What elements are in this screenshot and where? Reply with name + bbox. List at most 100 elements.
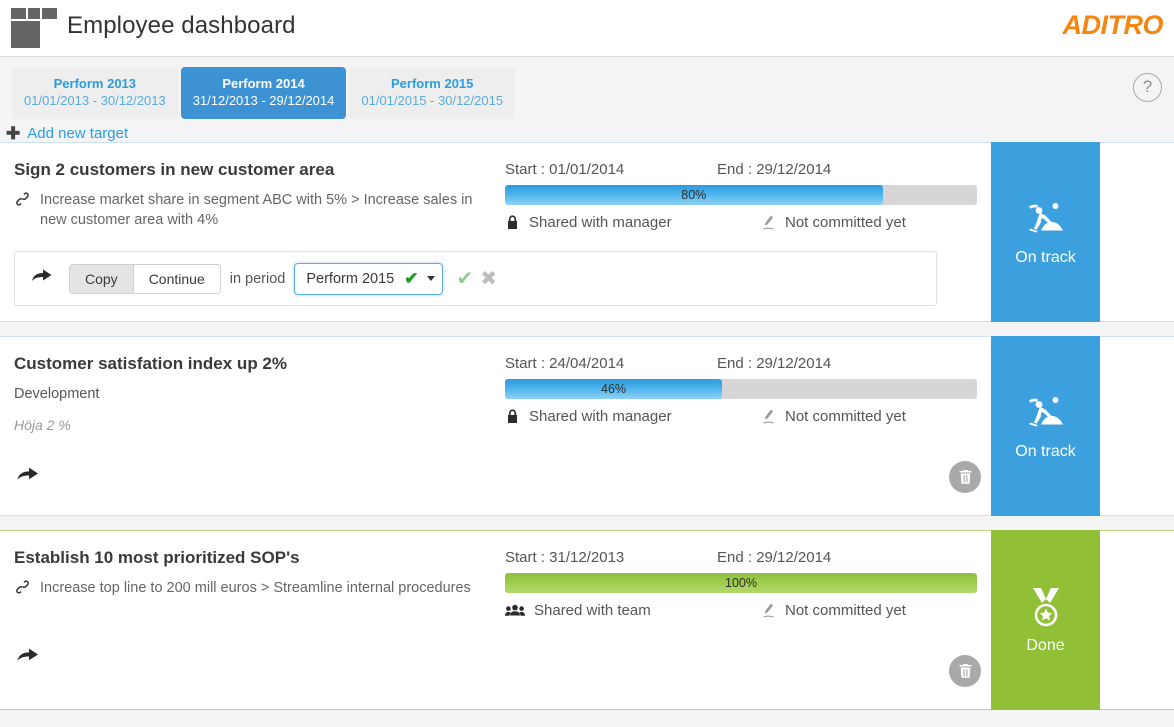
add-new-target-button[interactable]: ✚ Add new target — [6, 125, 128, 142]
card-meta: Shared with manager Not committed yet — [505, 214, 977, 231]
share-status-text: Shared with team — [534, 602, 651, 619]
status-badge: On track — [991, 336, 1100, 516]
card-subtitle: Increase top line to 200 mill euros > St… — [14, 578, 494, 601]
card-note: Höja 2 % — [14, 417, 71, 433]
card-subtitle-text: Increase top line to 200 mill euros > St… — [40, 580, 471, 596]
progress-label: 80% — [681, 188, 707, 202]
target-card: Establish 10 most prioritized SOP's Incr… — [0, 530, 1174, 710]
share-status: Shared with manager — [505, 408, 761, 425]
progress-label: 46% — [601, 382, 627, 396]
card-left-pane: Customer satisfation index up 2% Develop… — [14, 353, 494, 436]
confirm-button[interactable]: ✔ — [456, 266, 473, 291]
card-dates: Start : 01/01/2014 End : 29/12/2014 — [505, 161, 977, 178]
add-new-target-label: Add new target — [27, 125, 129, 142]
card-right-pane: Start : 31/12/2013 End : 29/12/2014 100%… — [505, 549, 977, 619]
tab-date-range: 01/01/2013 - 30/12/2013 — [24, 93, 166, 108]
plus-icon: ✚ — [6, 124, 21, 143]
chevron-down-icon — [427, 276, 436, 281]
share-status: Shared with team — [505, 602, 761, 619]
lock-icon — [505, 214, 520, 231]
chain-link-icon — [14, 578, 40, 601]
commit-status-text: Not committed yet — [785, 214, 906, 231]
continue-button[interactable]: Continue — [133, 264, 220, 293]
signature-pen-icon — [761, 408, 776, 425]
help-icon[interactable]: ? — [1133, 73, 1162, 102]
card-subtitle-text: Development — [14, 386, 100, 402]
card-right-pane: Start : 01/01/2014 End : 29/12/2014 80% … — [505, 161, 977, 231]
commit-status-text: Not committed yet — [785, 408, 906, 425]
status-badge: On track — [991, 142, 1100, 322]
status-badge-label: On track — [1015, 249, 1076, 266]
logo-icon — [11, 8, 57, 48]
share-arrow-icon[interactable] — [16, 646, 40, 670]
period-tab-strip: Perform 2013 01/01/2013 - 30/12/2013 Per… — [0, 57, 1174, 142]
app-header: Employee dashboard ADITRO — [0, 0, 1174, 57]
card-title: Establish 10 most prioritized SOP's — [14, 548, 300, 567]
progress-label: 100% — [725, 576, 757, 590]
card-right-pane: Start : 24/04/2014 End : 29/12/2014 46% … — [505, 355, 977, 425]
cancel-button[interactable]: ✖ — [480, 266, 497, 291]
card-dates: Start : 24/04/2014 End : 29/12/2014 — [505, 355, 977, 372]
commit-status: Not committed yet — [761, 408, 906, 425]
lock-icon — [505, 408, 520, 425]
copy-button[interactable]: Copy — [70, 264, 134, 293]
team-icon — [505, 603, 525, 618]
card-subtitle: Increase market share in segment ABC wit… — [14, 190, 494, 230]
card-end-date: End : 29/12/2014 — [717, 161, 832, 178]
card-meta: Shared with team Not committed yet — [505, 602, 977, 619]
status-badge-label: Done — [1026, 637, 1065, 654]
tab-perform-2015[interactable]: Perform 2015 01/01/2015 - 30/12/2015 — [349, 67, 516, 119]
signature-pen-icon — [761, 214, 776, 231]
tab-date-range: 01/01/2015 - 30/12/2015 — [361, 93, 504, 108]
share-arrow-icon[interactable] — [31, 267, 53, 290]
tab-date-range: 31/12/2013 - 29/12/2014 — [192, 93, 335, 108]
chain-link-icon — [14, 190, 40, 230]
card-start-date: Start : 31/12/2013 — [505, 549, 625, 566]
commit-status: Not committed yet — [761, 602, 906, 619]
target-card: Sign 2 customers in new customer area In… — [0, 142, 1174, 497]
commit-status-text: Not committed yet — [785, 602, 906, 619]
delete-target-button[interactable] — [949, 655, 981, 687]
share-status-text: Shared with manager — [529, 214, 672, 231]
brand-logo: ADITRO — [1062, 10, 1164, 40]
share-arrow-icon[interactable] — [16, 465, 40, 489]
copy-continue-action-bar: Copy Continue in period Perform 2015 ✔ ✔… — [14, 251, 937, 306]
card-meta: Shared with manager Not committed yet — [505, 408, 977, 425]
card-start-date: Start : 24/04/2014 — [505, 355, 625, 372]
card-left-pane: Sign 2 customers in new customer area In… — [14, 159, 494, 230]
period-select-value: Perform 2015 — [306, 270, 395, 287]
card-end-date: End : 29/12/2014 — [717, 549, 832, 566]
copy-continue-button-group: Copy Continue — [69, 263, 221, 294]
tab-perform-2014[interactable]: Perform 2014 31/12/2013 - 29/12/2014 — [180, 67, 347, 119]
period-select[interactable]: Perform 2015 ✔ — [294, 262, 444, 295]
status-badge-label: On track — [1015, 443, 1076, 460]
progress-bar: 46% — [505, 379, 977, 399]
worker-digging-icon — [1024, 197, 1068, 241]
signature-pen-icon — [761, 602, 776, 619]
worker-digging-icon — [1024, 391, 1068, 435]
tab-label: Perform 2013 — [53, 76, 137, 91]
status-badge: Done — [991, 530, 1100, 710]
tab-label: Perform 2015 — [391, 76, 474, 91]
card-dates: Start : 31/12/2013 End : 29/12/2014 — [505, 549, 977, 566]
tab-label: Perform 2014 — [222, 76, 305, 91]
commit-status: Not committed yet — [761, 214, 906, 231]
tab-perform-2013[interactable]: Perform 2013 01/01/2013 - 30/12/2013 — [12, 67, 178, 119]
delete-target-button[interactable] — [949, 461, 981, 493]
target-card: Customer satisfation index up 2% Develop… — [0, 336, 1174, 516]
share-status-text: Shared with manager — [529, 408, 672, 425]
progress-bar: 80% — [505, 185, 977, 205]
card-left-pane: Establish 10 most prioritized SOP's Incr… — [14, 547, 494, 601]
card-title: Customer satisfation index up 2% — [14, 354, 287, 373]
card-title: Sign 2 customers in new customer area — [14, 160, 335, 179]
tab-list: Perform 2013 01/01/2013 - 30/12/2013 Per… — [12, 67, 518, 119]
card-end-date: End : 29/12/2014 — [717, 355, 832, 372]
medal-icon — [1025, 585, 1067, 629]
check-icon: ✔ — [404, 268, 419, 288]
target-card-list: Sign 2 customers in new customer area In… — [0, 142, 1174, 710]
card-start-date: Start : 01/01/2014 — [505, 161, 625, 178]
share-status: Shared with manager — [505, 214, 761, 231]
card-subtitle-text: Increase market share in segment ABC wit… — [40, 192, 473, 228]
progress-bar: 100% — [505, 573, 977, 593]
in-period-label: in period — [229, 270, 286, 287]
